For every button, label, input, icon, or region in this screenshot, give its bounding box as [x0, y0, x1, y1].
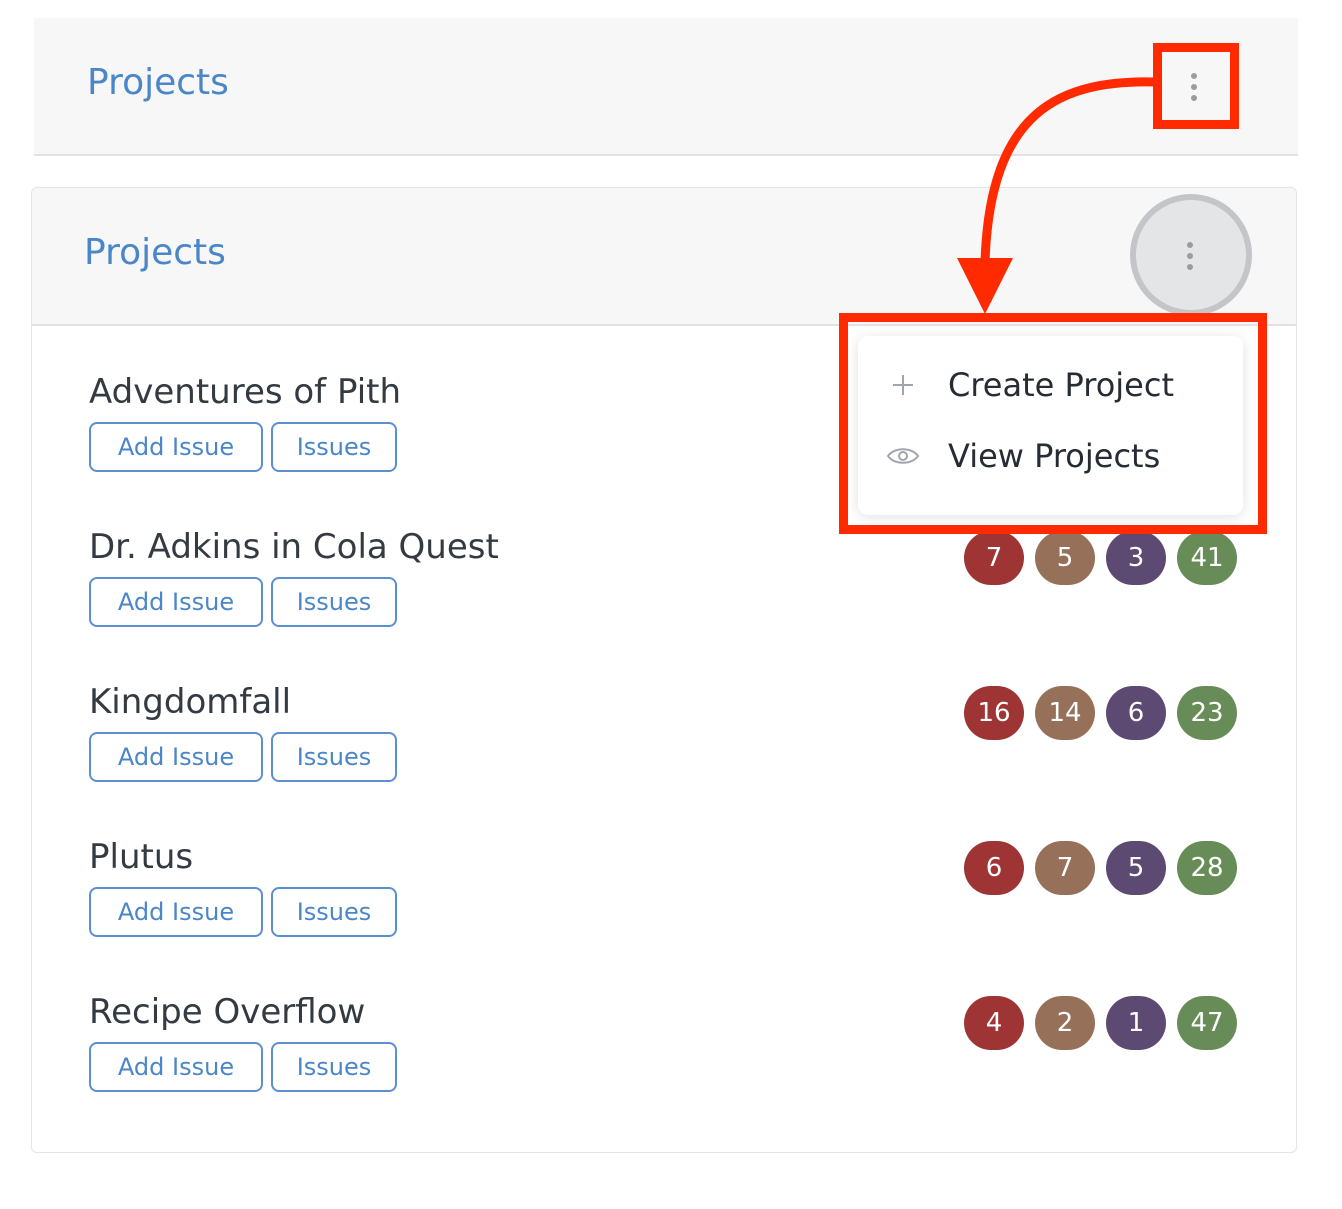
annotation-arrow	[957, 77, 1156, 314]
